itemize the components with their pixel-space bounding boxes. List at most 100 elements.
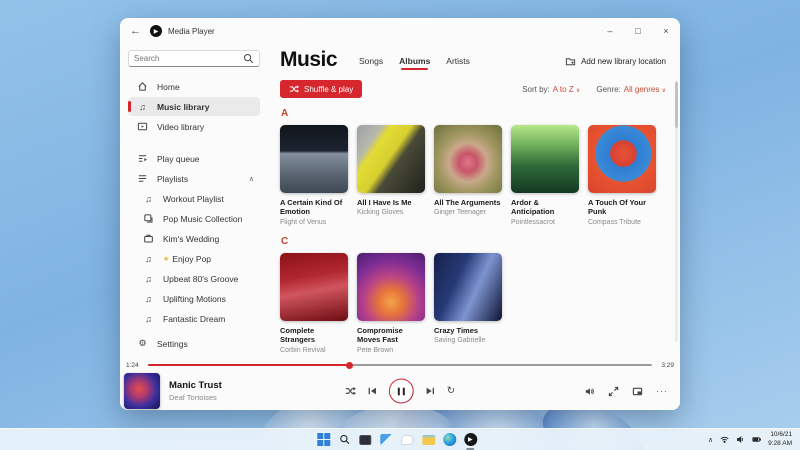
home-icon: [136, 81, 149, 92]
taskbar-search-button[interactable]: [337, 433, 351, 447]
fullscreen-icon[interactable]: [608, 386, 619, 397]
album-cover[interactable]: [280, 252, 348, 321]
vertical-scrollbar[interactable]: [675, 80, 678, 342]
playlist-label: Pop Music Collection: [163, 213, 243, 224]
start-button[interactable]: [316, 433, 330, 447]
album-tile[interactable]: Ardor & Anticipation Pointlessacrot: [511, 125, 579, 226]
media-player-icon: ▶: [463, 433, 477, 446]
album-title: Ardor & Anticipation: [511, 198, 555, 217]
album-tile[interactable]: All The Arguments Ginger Teenager: [434, 125, 502, 226]
repeat-icon[interactable]: ↻: [447, 386, 455, 396]
pause-button[interactable]: [389, 379, 414, 404]
wifi-icon[interactable]: [720, 435, 729, 444]
playlist-item-uplifting-motions[interactable]: ♫ Uplifting Motions: [128, 289, 260, 308]
titlebar: ← ▶ Media Player – □ ×: [120, 18, 680, 44]
section-header-a: A: [281, 108, 289, 119]
search-box[interactable]: [128, 50, 260, 67]
playlist-item-upbeat-80s-groove[interactable]: ♫ Upbeat 80's Groove: [128, 269, 260, 288]
sidebar: Home ♫ Music library Video library Play …: [120, 44, 268, 358]
album-title: All The Arguments: [434, 198, 501, 207]
playlist-label: Workout Playlist: [163, 193, 224, 204]
album-title: A Certain Kind Of Emotion: [280, 198, 343, 217]
gear-icon: ⚙: [138, 338, 147, 348]
sort-dropdown[interactable]: Sort by: A to Z ∨: [522, 85, 580, 94]
tab-albums[interactable]: Albums: [399, 56, 430, 70]
widgets-button[interactable]: [379, 433, 393, 447]
album-cover[interactable]: [434, 125, 502, 193]
media-player-taskbar-button[interactable]: ▶: [463, 433, 477, 450]
tab-bar: Songs Albums Artists: [359, 56, 470, 70]
maximize-button[interactable]: □: [624, 18, 652, 44]
shuffle-play-button[interactable]: Shuffle & play: [280, 80, 363, 98]
sidebar-item-video-library[interactable]: Video library: [128, 117, 260, 136]
task-view-button[interactable]: [358, 433, 372, 447]
sidebar-item-label: Playlists: [157, 173, 189, 184]
chat-button[interactable]: [400, 433, 414, 447]
album-cover[interactable]: [357, 252, 425, 321]
album-tile[interactable]: All I Have Is Me Kicking Gloves: [357, 125, 425, 226]
playlists-icon: [136, 173, 149, 184]
album-artist: Pointlessacrot: [511, 218, 555, 226]
album-tile[interactable]: Compromise Moves Fast Pete Brown: [357, 252, 425, 354]
album-cover[interactable]: [511, 125, 579, 193]
album-artist: Kicking Gloves: [357, 209, 404, 217]
album-title: All I Have Is Me: [357, 198, 412, 207]
shuffle-play-label: Shuffle & play: [304, 84, 354, 94]
back-button[interactable]: ←: [130, 25, 148, 37]
search-icon: [243, 53, 254, 64]
previous-track-icon[interactable]: [367, 386, 378, 397]
seek-handle[interactable]: [345, 361, 353, 369]
playlist-item-enjoy-pop[interactable]: ♫ ★ Enjoy Pop: [128, 249, 260, 268]
genre-label: Genre:: [596, 84, 621, 94]
tab-songs[interactable]: Songs: [359, 56, 383, 70]
genre-dropdown[interactable]: Genre: All genres ∨: [596, 85, 666, 94]
album-tile[interactable]: A Certain Kind Of Emotion Flight of Venu…: [280, 125, 348, 226]
shuffle-icon: [289, 85, 299, 93]
battery-icon[interactable]: [752, 435, 762, 444]
sidebar-item-music-library[interactable]: ♫ Music library: [128, 97, 260, 116]
chevron-up-icon[interactable]: ∧: [249, 175, 254, 183]
taskbar-clock[interactable]: 10/6/21 9:28 AM: [768, 431, 792, 449]
sidebar-item-play-queue[interactable]: Play queue: [128, 149, 260, 168]
now-playing-title: Manic Trust: [169, 380, 222, 391]
next-track-icon[interactable]: [425, 386, 436, 397]
album-tile[interactable]: Crazy Times Saving Gabrielle: [434, 252, 502, 354]
speaker-icon[interactable]: [736, 435, 745, 444]
chat-icon: [401, 434, 414, 445]
playlist-label: Kim's Wedding: [163, 233, 220, 244]
now-playing-artist: Deaf Tortoises: [169, 393, 217, 402]
playlist-item-pop-music-collection[interactable]: Pop Music Collection: [128, 209, 260, 228]
playlist-item-workout-playlist[interactable]: ♫ Workout Playlist: [128, 189, 260, 208]
scrollbar-thumb[interactable]: [675, 82, 678, 128]
minimize-button[interactable]: –: [596, 18, 624, 44]
album-tile[interactable]: Complete Strangers Corbin Revival: [280, 252, 348, 354]
album-cover[interactable]: [588, 125, 656, 193]
edge-button[interactable]: [442, 433, 456, 447]
album-cover[interactable]: [434, 252, 502, 321]
sidebar-item-settings[interactable]: ⚙ Settings: [128, 334, 260, 353]
album-tile[interactable]: A Touch Of Your Punk Compass Tribute: [588, 125, 656, 226]
playlist-item-fantastic-dream[interactable]: ♫ Fantastic Dream: [128, 309, 260, 328]
volume-icon[interactable]: [584, 386, 595, 397]
page-title: Music: [280, 48, 338, 71]
playlist-item-kims-wedding[interactable]: Kim's Wedding: [128, 229, 260, 248]
album-cover[interactable]: [280, 125, 348, 193]
sidebar-item-playlists[interactable]: Playlists ∧: [128, 169, 260, 188]
add-library-button[interactable]: Add new library location: [565, 56, 666, 67]
mini-player-icon[interactable]: [632, 386, 643, 397]
sidebar-item-home[interactable]: Home: [128, 77, 260, 96]
seek-bar[interactable]: [148, 361, 652, 369]
video-icon: [136, 121, 149, 132]
now-playing-art[interactable]: [124, 373, 160, 409]
close-button[interactable]: ×: [652, 18, 680, 44]
edge-icon: [442, 433, 456, 446]
more-options-icon[interactable]: ···: [656, 386, 668, 396]
tray-chevron-icon[interactable]: ∧: [708, 436, 713, 444]
search-input[interactable]: [134, 54, 243, 63]
sidebar-item-label: Music library: [157, 101, 210, 112]
album-cover[interactable]: [357, 125, 425, 193]
shuffle-icon[interactable]: [345, 386, 356, 397]
file-explorer-button[interactable]: [421, 433, 435, 447]
tray-time: 9:28 AM: [768, 439, 792, 447]
tab-artists[interactable]: Artists: [446, 56, 470, 70]
